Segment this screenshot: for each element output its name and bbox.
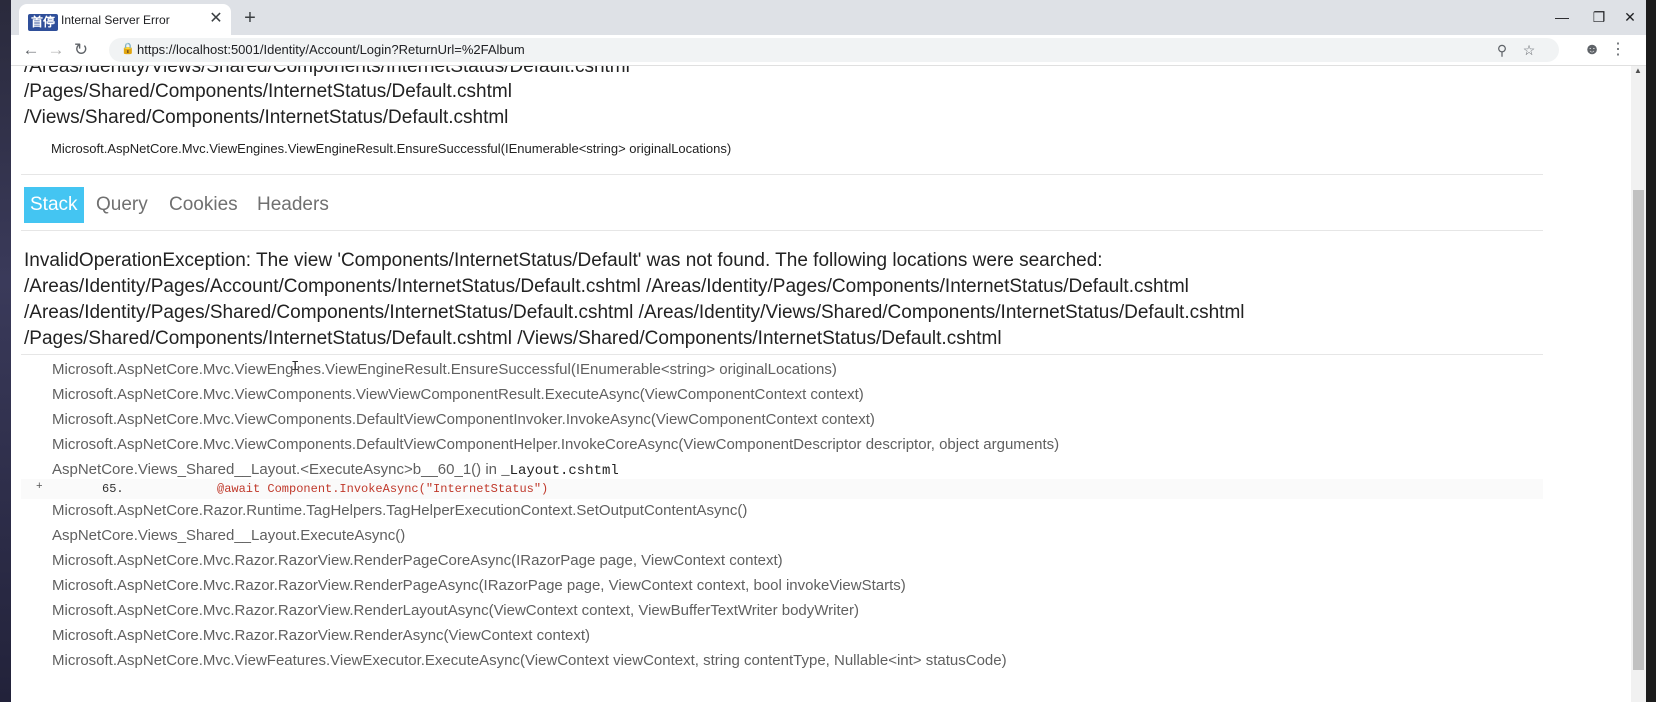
reload-icon[interactable]: ↻	[70, 39, 92, 61]
page-content: /Areas/Identity/Views/Shared/Components/…	[11, 66, 1646, 702]
stack-frame[interactable]: Microsoft.AspNetCore.Mvc.ViewFeatures.Vi…	[52, 652, 1007, 669]
exception-message: /Areas/Identity/Pages/Shared/Components/…	[24, 302, 1245, 323]
searched-location: /Pages/Shared/Components/InternetStatus/…	[24, 81, 512, 102]
stack-frame[interactable]: Microsoft.AspNetCore.Mvc.Razor.RazorView…	[52, 552, 783, 569]
back-arrow-icon[interactable]: ←	[20, 39, 42, 61]
searched-location: /Areas/Identity/Views/Shared/Components/…	[24, 66, 630, 77]
code-snippet: + 65. @await Component.InvokeAsync("Inte…	[21, 479, 1543, 499]
expand-icon[interactable]: +	[36, 481, 43, 493]
desktop-background	[0, 0, 11, 702]
close-icon[interactable]: ✕	[207, 10, 225, 28]
scroll-up-icon[interactable]: ▲	[1634, 66, 1642, 75]
browser-toolbar: ← → ↻ 🔒 https://localhost:5001/Identity/…	[11, 35, 1646, 66]
profile-icon[interactable]: ☻	[1581, 39, 1603, 61]
new-tab-button[interactable]: +	[239, 8, 261, 30]
forward-arrow-icon[interactable]: →	[45, 39, 67, 61]
stack-frame[interactable]: Microsoft.AspNetCore.Mvc.ViewComponents.…	[52, 436, 1059, 453]
stack-frame[interactable]: Microsoft.AspNetCore.Mvc.ViewEngines.Vie…	[52, 361, 837, 378]
scrollbar-thumb[interactable]	[1633, 190, 1644, 670]
searched-location: /Views/Shared/Components/InternetStatus/…	[24, 107, 509, 128]
lock-icon: 🔒	[121, 43, 135, 55]
exception-message: /Pages/Shared/Components/InternetStatus/…	[24, 328, 1002, 349]
stack-frame[interactable]: AspNetCore.Views_Shared__Layout.<Execute…	[52, 461, 619, 479]
browser-window: 首停 Internal Server Error ✕ + — ❐ ✕ ← → ↻…	[11, 0, 1646, 702]
tab-stack[interactable]: Stack	[24, 187, 84, 223]
exception-message: InvalidOperationException: The view 'Com…	[24, 250, 1103, 271]
line-number: 65.	[102, 482, 124, 496]
divider	[21, 230, 1543, 231]
summary-method: Microsoft.AspNetCore.Mvc.ViewEngines.Vie…	[51, 141, 732, 156]
zoom-icon[interactable]: ⚲	[1493, 41, 1511, 59]
stack-frame[interactable]: AspNetCore.Views_Shared__Layout.ExecuteA…	[52, 527, 405, 544]
divider	[21, 354, 1543, 355]
url-text[interactable]: https://localhost:5001/Identity/Account/…	[137, 42, 525, 57]
vertical-scrollbar[interactable]: ▲	[1631, 66, 1646, 702]
tab-strip: 首停 Internal Server Error ✕ + — ❐ ✕	[11, 0, 1646, 35]
stack-frame[interactable]: Microsoft.AspNetCore.Mvc.Razor.RazorView…	[52, 627, 590, 644]
restore-icon[interactable]: ❐	[1586, 6, 1612, 28]
tab-headers[interactable]: Headers	[257, 187, 329, 223]
tab-cookies[interactable]: Cookies	[169, 187, 238, 223]
divider	[21, 174, 1543, 175]
stack-frame[interactable]: Microsoft.AspNetCore.Mvc.Razor.RazorView…	[52, 602, 859, 619]
close-window-icon[interactable]: ✕	[1617, 6, 1643, 28]
code-line: @await Component.InvokeAsync("InternetSt…	[217, 482, 549, 496]
stack-frame[interactable]: Microsoft.AspNetCore.Mvc.ViewComponents.…	[52, 411, 875, 428]
star-icon[interactable]: ☆	[1520, 41, 1538, 59]
kebab-menu-icon[interactable]: ⋮	[1607, 39, 1629, 61]
desktop-edge	[1646, 0, 1656, 702]
stack-frame[interactable]: Microsoft.AspNetCore.Mvc.Razor.RazorView…	[52, 577, 906, 594]
frame-file: _Layout.cshtml	[501, 463, 619, 479]
address-bar[interactable]: 🔒 https://localhost:5001/Identity/Accoun…	[109, 38, 1559, 62]
frame-method: AspNetCore.Views_Shared__Layout.<Execute…	[52, 461, 502, 478]
tab-query[interactable]: Query	[96, 187, 148, 223]
minimize-icon[interactable]: —	[1549, 6, 1575, 28]
tab-favicon: 首停	[28, 14, 58, 31]
exception-message: /Areas/Identity/Pages/Account/Components…	[24, 276, 1189, 297]
stack-frame[interactable]: Microsoft.AspNetCore.Mvc.ViewComponents.…	[52, 386, 864, 403]
stack-frame[interactable]: Microsoft.AspNetCore.Razor.Runtime.TagHe…	[52, 502, 747, 519]
browser-tab[interactable]: 首停 Internal Server Error ✕	[19, 4, 231, 35]
text-cursor-icon: I	[291, 359, 300, 375]
tab-title: Internal Server Error	[61, 13, 170, 27]
